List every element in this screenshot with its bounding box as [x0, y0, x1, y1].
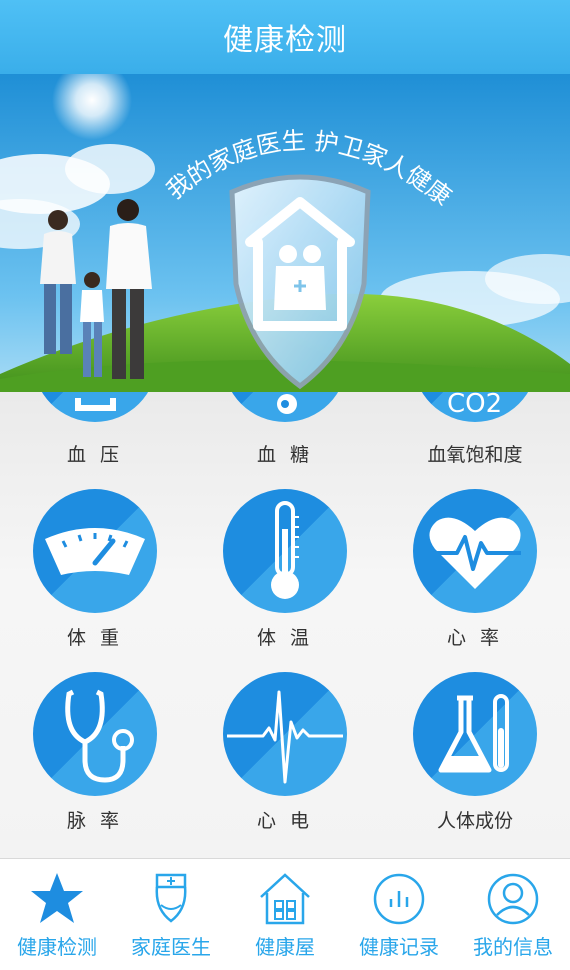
blood-sugar-icon [223, 392, 347, 422]
tile-label: 体 温 [256, 627, 314, 649]
scale-icon [33, 489, 157, 613]
banner-illustration: 我的家庭医生 护卫家人健康 [0, 74, 570, 392]
tab-label: 我的信息 [473, 935, 553, 959]
tab-health-records[interactable]: 健康记录 [342, 859, 456, 970]
tile-label: 人体成份 [436, 810, 513, 832]
health-check-grid: 血 压 血 糖 CO2 血氧饱和度 体 重 体 温 心 率 脉 率 心 电 人体… [0, 392, 570, 858]
tile-weight[interactable]: 体 重 [0, 489, 190, 649]
svg-text:CO2: CO2 [447, 392, 502, 419]
tile-label: 体 重 [66, 627, 124, 649]
tab-label: 健康检测 [17, 935, 97, 959]
app-header: 健康检测 [0, 0, 570, 74]
tile-body-composition[interactable]: 人体成份 [380, 672, 570, 832]
tab-health-check[interactable]: 健康检测 [0, 859, 114, 970]
star-icon [31, 873, 83, 923]
tile-label: 血 糖 [256, 444, 314, 466]
blood-pressure-icon [33, 392, 157, 422]
tile-label: 心 率 [446, 627, 504, 649]
stethoscope-icon [33, 672, 157, 796]
tile-pulse-rate[interactable]: 脉 率 [0, 672, 190, 832]
thermometer-icon [223, 489, 347, 613]
house-icon [260, 873, 310, 925]
co2-icon: CO2 [413, 392, 537, 422]
tile-blood-pressure[interactable]: 血 压 [0, 392, 190, 482]
tab-label: 健康记录 [359, 935, 439, 959]
doctor-icon [155, 873, 187, 923]
ecg-icon [223, 672, 347, 796]
tab-my-info[interactable]: 我的信息 [456, 859, 570, 970]
tile-heart-rate[interactable]: 心 率 [380, 489, 570, 649]
tile-ecg[interactable]: 心 电 [190, 672, 380, 832]
tile-blood-sugar[interactable]: 血 糖 [190, 392, 380, 482]
bottom-tab-bar: 健康检测 家庭医生 健康屋 健康记录 我的信息 [0, 858, 570, 970]
page-title: 健康检测 [223, 23, 347, 58]
tab-label: 家庭医生 [131, 935, 211, 959]
tab-label: 健康屋 [255, 935, 315, 959]
tile-label: 血氧饱和度 [427, 444, 523, 466]
record-icon [373, 873, 425, 925]
heart-rate-icon [413, 489, 537, 613]
promo-banner[interactable]: 我的家庭医生 护卫家人健康 [0, 74, 570, 392]
tile-label: 血 压 [66, 444, 124, 466]
tab-health-house[interactable]: 健康屋 [228, 859, 342, 970]
tile-label: 脉 率 [66, 810, 124, 832]
profile-icon [487, 873, 539, 925]
tile-label: 心 电 [256, 810, 314, 832]
tab-family-doctor[interactable]: 家庭医生 [114, 859, 228, 970]
tile-temperature[interactable]: 体 温 [190, 489, 380, 649]
flask-icon [413, 672, 537, 796]
tile-blood-oxygen[interactable]: CO2 血氧饱和度 [380, 392, 570, 482]
